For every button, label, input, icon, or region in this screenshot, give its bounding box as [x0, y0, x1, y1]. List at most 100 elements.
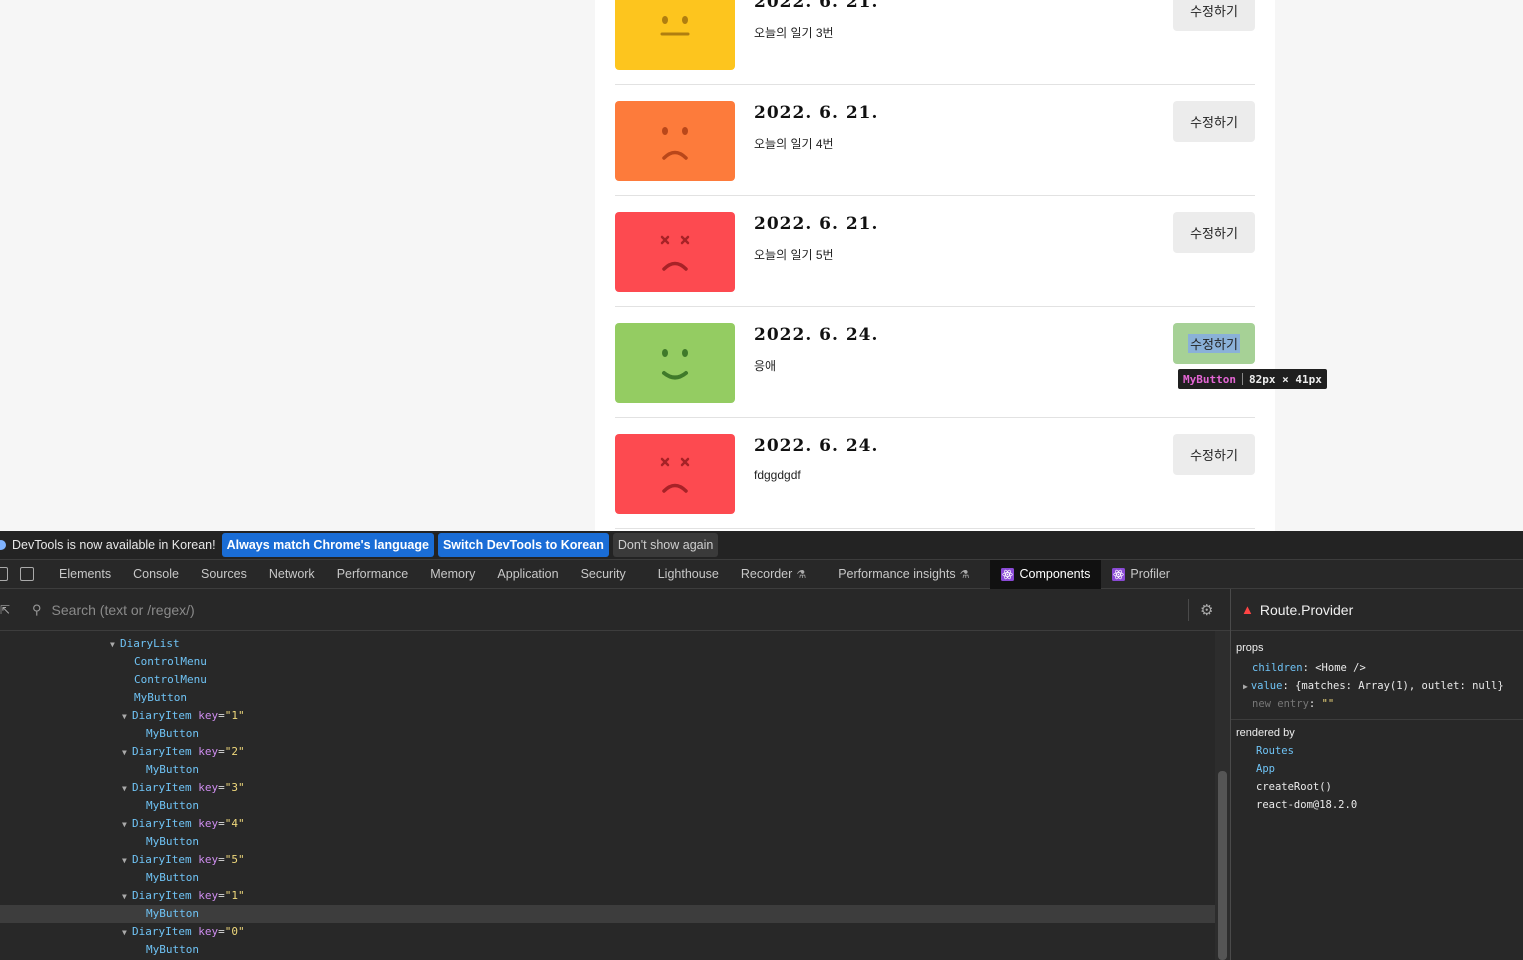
react-icon: [1112, 567, 1126, 581]
diary-date[interactable]: 2022. 6. 21.: [754, 214, 878, 234]
tree-node[interactable]: MyButton: [0, 725, 1215, 743]
key-label: key: [198, 781, 219, 794]
tooltip-size: 82px × 41px: [1248, 372, 1322, 386]
tree-node[interactable]: ▼ DiaryItem key="2": [0, 743, 1215, 761]
diary-date[interactable]: 2022. 6. 24.: [754, 436, 878, 456]
key-value: "2": [224, 745, 245, 758]
expand-arrow-icon[interactable]: ▼: [122, 744, 132, 762]
tab-memory[interactable]: Memory: [419, 560, 486, 589]
expand-arrow-icon[interactable]: ▼: [122, 816, 132, 834]
expand-arrow-icon[interactable]: ▼: [122, 708, 132, 726]
prop-row[interactable]: new entry: "": [1231, 695, 1523, 713]
key-label: key: [198, 709, 219, 722]
switch-language-button[interactable]: Switch DevTools to Korean: [437, 533, 609, 557]
key-label: key: [198, 889, 219, 902]
diary-content[interactable]: 오늘의 일기 3번: [754, 24, 834, 41]
component-name: DiaryList: [120, 637, 180, 650]
diary-date[interactable]: 2022. 6. 21.: [754, 103, 878, 123]
edit-button[interactable]: 수정하기: [1173, 323, 1255, 364]
component-name: DiaryItem: [132, 925, 192, 938]
prop-name: new entry: [1252, 698, 1309, 710]
diary-content[interactable]: fdggdgdf: [754, 468, 801, 482]
tree-node[interactable]: ▼ DiaryItem key="1": [0, 707, 1215, 725]
experiment-icon: ⚗: [959, 568, 970, 581]
key-label: key: [198, 745, 219, 758]
tree-node[interactable]: MyButton: [0, 869, 1215, 887]
tab-sources[interactable]: Sources: [190, 560, 258, 589]
tab-performance-insights[interactable]: Performance insights ⚗: [827, 560, 980, 589]
tab-console[interactable]: Console: [122, 560, 190, 589]
diary-content[interactable]: 오늘의 일기 4번: [754, 135, 834, 152]
tab-lighthouse[interactable]: Lighthouse: [647, 560, 730, 589]
diary-item: 2022. 6. 21. 오늘의 일기 3번 수정하기: [615, 0, 1255, 85]
inspect-element-icon[interactable]: [0, 567, 8, 581]
tree-node[interactable]: ControlMenu: [0, 671, 1215, 689]
edit-button[interactable]: 수정하기: [1173, 212, 1255, 253]
info-icon: [0, 540, 6, 550]
search-input[interactable]: [51, 601, 1172, 618]
tree-node[interactable]: MyButton: [0, 833, 1215, 851]
edit-button[interactable]: 수정하기: [1173, 101, 1255, 142]
emotion-neutral-icon[interactable]: [615, 0, 735, 70]
tree-node[interactable]: MyButton: [0, 797, 1215, 815]
emotion-happy-icon[interactable]: [615, 323, 735, 403]
diary-content[interactable]: 오늘의 일기 5번: [754, 246, 834, 263]
expand-arrow-icon[interactable]: ▼: [122, 780, 132, 798]
tree-node[interactable]: ▼ DiaryItem key="4": [0, 815, 1215, 833]
edit-button-label: 수정하기: [1190, 4, 1238, 19]
tree-node[interactable]: MyButton: [0, 689, 1215, 707]
tab-application[interactable]: Application: [486, 560, 569, 589]
tree-node[interactable]: ControlMenu: [0, 653, 1215, 671]
tree-node[interactable]: MyButton: [0, 905, 1215, 923]
react-icon: [1001, 567, 1015, 581]
tree-node[interactable]: MyButton: [0, 941, 1215, 959]
tab-recorder[interactable]: Recorder ⚗: [730, 560, 817, 589]
diary-date[interactable]: 2022. 6. 21.: [754, 0, 878, 12]
expand-arrow-icon[interactable]: ▼: [122, 924, 132, 942]
component-name: DiaryItem: [132, 745, 192, 758]
expand-arrow-icon[interactable]: ▼: [110, 636, 120, 654]
owner-item: react-dom@18.2.0: [1256, 799, 1358, 811]
tab-network[interactable]: Network: [258, 560, 326, 589]
tree-node[interactable]: ▼ DiaryItem key="1": [0, 887, 1215, 905]
inspected-element-header: ▲ Route.Provider: [1231, 589, 1523, 631]
tab-security[interactable]: Security: [570, 560, 637, 589]
search-icon: ⚲: [32, 601, 42, 617]
prop-row[interactable]: ▶ value: {matches: Array(1), outlet: null…: [1231, 677, 1523, 695]
scrollbar-thumb[interactable]: [1218, 771, 1227, 960]
tab-profiler[interactable]: Profiler: [1101, 560, 1181, 589]
tree-node[interactable]: ▼ DiaryList: [0, 635, 1215, 653]
tree-node[interactable]: ▼ DiaryItem key="5": [0, 851, 1215, 869]
tab-components[interactable]: Components: [990, 559, 1102, 589]
tree-node[interactable]: MyButton: [0, 761, 1215, 779]
expand-arrow-icon[interactable]: ▼: [122, 888, 132, 906]
tree-node[interactable]: ▼ DiaryItem key="3": [0, 779, 1215, 797]
owner-item[interactable]: App: [1231, 760, 1523, 778]
emotion-terrible-icon[interactable]: [615, 434, 735, 514]
tab-elements[interactable]: Elements: [48, 560, 122, 589]
select-element-icon[interactable]: ⇱: [0, 603, 10, 617]
match-language-button[interactable]: Always match Chrome's language: [221, 533, 434, 557]
component-tree: ▼ DiaryList ControlMenu ControlMenu MyButton…: [0, 631, 1215, 960]
owner-item[interactable]: Routes: [1231, 742, 1523, 760]
props-label: props: [1236, 642, 1264, 654]
tab-label: Components: [1019, 567, 1091, 581]
expand-arrow-icon[interactable]: ▼: [122, 852, 132, 870]
expand-arrow-icon[interactable]: ▶: [1243, 682, 1248, 691]
emotion-terrible-icon[interactable]: [615, 212, 735, 292]
prop-name: children: [1252, 662, 1303, 674]
tab-performance[interactable]: Performance: [326, 560, 420, 589]
edit-button[interactable]: 수정하기: [1173, 0, 1255, 31]
emotion-sad-icon[interactable]: [615, 101, 735, 181]
tree-node[interactable]: ▼ DiaryItem key="0": [0, 923, 1215, 941]
gear-icon[interactable]: ⚙: [1200, 601, 1213, 619]
devtools-tabbar: Elements Console Sources Network Performance…: [0, 559, 1523, 589]
diary-content[interactable]: 응애: [754, 357, 776, 374]
device-toolbar-icon[interactable]: [20, 567, 34, 581]
prop-row[interactable]: children: <Home />: [1231, 659, 1523, 677]
owner-item: createRoot(): [1256, 781, 1332, 793]
tab-label: Performance: [336, 567, 409, 581]
diary-date[interactable]: 2022. 6. 24.: [754, 325, 878, 345]
edit-button[interactable]: 수정하기: [1173, 434, 1255, 475]
dismiss-button[interactable]: Don't show again: [612, 533, 719, 557]
